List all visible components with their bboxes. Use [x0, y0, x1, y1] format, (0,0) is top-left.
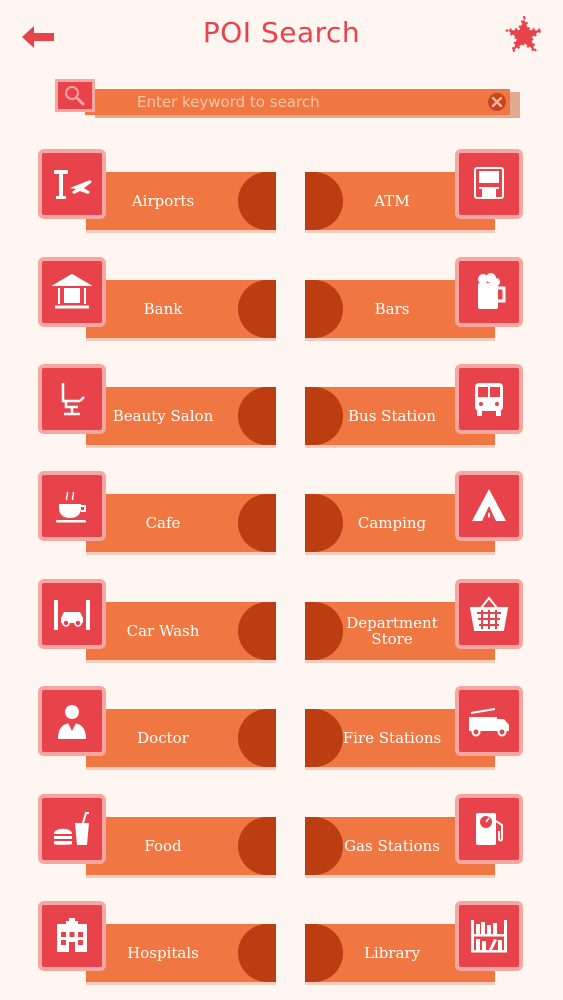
category-grid: Airports ATM Bank Bars Beauty Salon Bus … — [0, 0, 563, 1000]
category-gas-stations[interactable]: Gas Stations — [305, 794, 525, 880]
category-library[interactable]: Library — [305, 901, 525, 987]
bookshelf-icon — [471, 920, 507, 953]
doctor-icon — [58, 705, 86, 739]
category-label: Bars — [374, 300, 410, 318]
category-label: Bank — [143, 300, 183, 318]
hospital-icon — [57, 918, 87, 952]
category-department-store[interactable]: Department Store — [305, 579, 525, 665]
bank-icon — [51, 273, 93, 309]
category-label: Library — [363, 944, 421, 962]
category-hospitals[interactable]: Hospitals — [38, 901, 276, 987]
category-label: Gas Stations — [344, 837, 440, 855]
category-label: ATM — [374, 192, 410, 210]
category-label: Hospitals — [127, 944, 199, 962]
category-food[interactable]: Food — [38, 794, 276, 880]
category-label: Camping — [357, 514, 427, 532]
fast-food-icon — [54, 812, 89, 845]
category-label: Airports — [131, 192, 195, 210]
category-bank[interactable]: Bank — [38, 257, 276, 343]
category-bus-station[interactable]: Bus Station — [305, 364, 525, 450]
category-label: Doctor — [137, 729, 189, 747]
tent-icon — [472, 489, 506, 521]
category-fire-stations[interactable]: Fire Stations — [305, 686, 525, 772]
category-label: Beauty Salon — [112, 407, 214, 425]
airport-icon — [54, 170, 92, 199]
category-label: Fire Stations — [342, 729, 442, 747]
bus-icon — [475, 383, 503, 416]
category-bars[interactable]: Bars — [305, 257, 525, 343]
category-label: Car Wash — [126, 622, 200, 640]
category-car-wash[interactable]: Car Wash — [38, 579, 276, 665]
coffee-cup-icon — [56, 491, 86, 523]
category-label: Department Store — [346, 614, 438, 648]
category-airports[interactable]: Airports — [38, 149, 276, 235]
beer-icon — [478, 273, 506, 309]
atm-icon — [474, 167, 504, 199]
category-beauty-salon[interactable]: Beauty Salon — [38, 364, 276, 450]
category-camping[interactable]: Camping — [305, 471, 525, 557]
basket-icon — [469, 596, 509, 631]
category-label: Food — [144, 837, 182, 855]
category-label: Bus Station — [348, 407, 436, 425]
category-cafe[interactable]: Cafe — [38, 471, 276, 557]
category-label: Cafe — [145, 514, 181, 532]
category-atm[interactable]: ATM — [305, 149, 525, 235]
fuel-pump-icon — [476, 813, 503, 845]
salon-chair-icon — [61, 383, 85, 416]
category-doctor[interactable]: Doctor — [38, 686, 276, 772]
fire-truck-icon — [469, 708, 509, 737]
car-wash-icon — [54, 600, 90, 630]
